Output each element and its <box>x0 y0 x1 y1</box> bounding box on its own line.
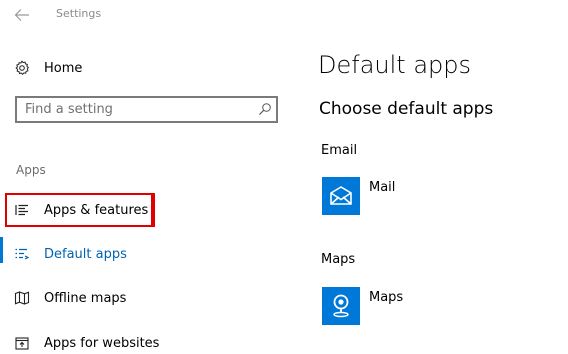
window-title: Settings <box>56 7 102 20</box>
category-label-email: Email <box>321 143 358 158</box>
search-input[interactable] <box>17 98 255 121</box>
title-bar: Settings <box>0 0 568 32</box>
gear-icon <box>15 60 29 76</box>
sidebar-item-label: Default apps <box>44 246 127 262</box>
sidebar-home[interactable]: Home <box>14 57 82 79</box>
section-heading-apps: Apps <box>16 163 46 177</box>
sidebar-item-apps-features[interactable]: Apps & features <box>0 193 290 227</box>
default-app-email[interactable]: Mail <box>322 177 395 217</box>
sidebar-item-apps-for-websites[interactable]: Apps for websites <box>0 326 290 354</box>
app-tile <box>322 177 360 215</box>
app-tile <box>322 287 360 325</box>
default-list-icon <box>15 248 30 260</box>
back-button[interactable] <box>12 6 32 24</box>
map-icon <box>14 291 30 305</box>
category-label-maps: Maps <box>321 252 356 267</box>
app-name: Maps <box>369 290 404 305</box>
sidebar-item-label: Apps & features <box>44 202 149 218</box>
search-box <box>15 96 278 123</box>
list-icon <box>15 204 28 216</box>
default-app-maps[interactable]: Maps <box>322 287 403 327</box>
page-subheading: Choose default apps <box>319 99 494 119</box>
search-icon[interactable] <box>258 102 272 116</box>
app-name: Mail <box>369 180 396 195</box>
settings-window: Settings Home Apps Apps & features <box>0 0 568 354</box>
open-external-icon <box>15 337 29 350</box>
sidebar-home-label: Home <box>44 60 83 76</box>
page-title: Default apps <box>318 51 471 79</box>
sidebar-item-default-apps[interactable]: Default apps <box>0 237 290 271</box>
sidebar-item-offline-maps[interactable]: Offline maps <box>0 281 290 315</box>
arrow-left-icon <box>14 9 29 21</box>
mail-icon <box>330 186 352 205</box>
map-pin-icon <box>333 294 349 318</box>
sidebar-item-label: Apps for websites <box>44 335 160 351</box>
sidebar-item-label: Offline maps <box>44 290 127 306</box>
